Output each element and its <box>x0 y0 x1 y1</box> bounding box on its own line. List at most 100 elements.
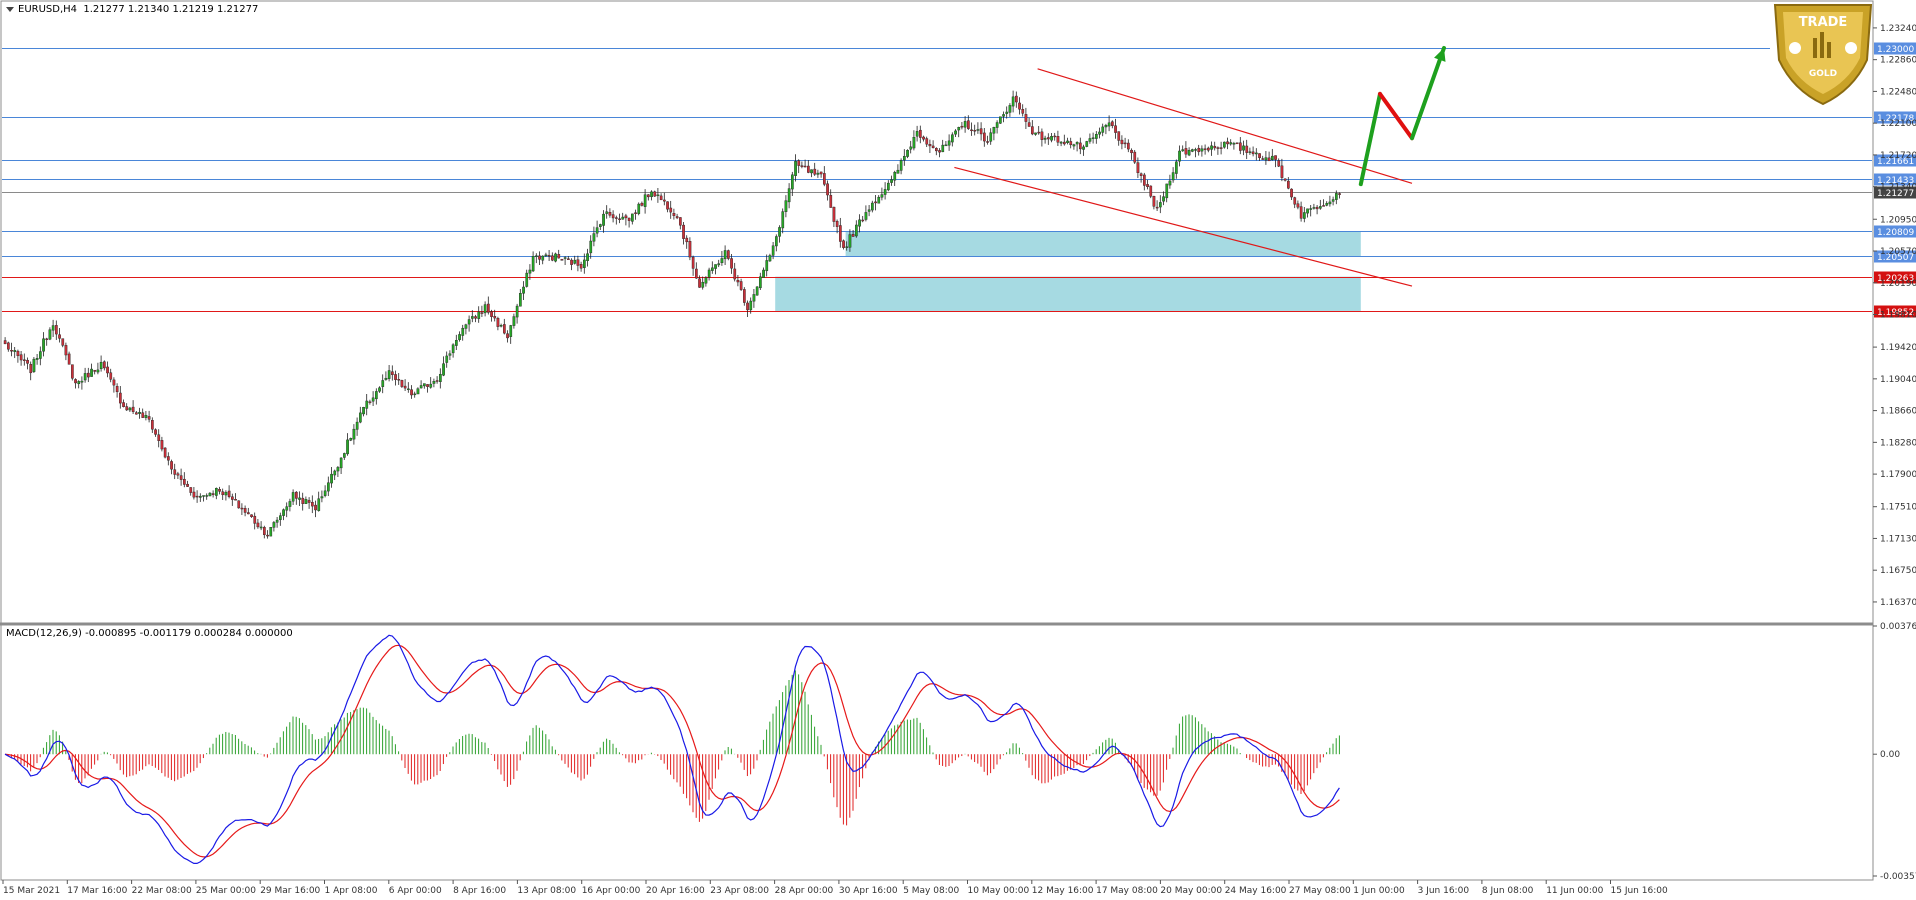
candle-body <box>1270 155 1274 161</box>
candle-body <box>263 527 266 535</box>
candle-body <box>791 174 794 190</box>
candle-body <box>554 253 557 262</box>
candle-body <box>867 209 871 212</box>
candle-body <box>515 305 519 318</box>
candle-body <box>1190 149 1194 152</box>
candle-body <box>1037 131 1041 134</box>
candle-body <box>384 377 388 380</box>
candle-body <box>1050 136 1053 141</box>
candle-body <box>314 504 317 511</box>
time-axis-label: 15 Jun 16:00 <box>1611 886 1668 896</box>
candle-body <box>122 402 125 407</box>
candle-body <box>589 240 593 254</box>
candle-body <box>96 369 100 373</box>
candle-body <box>1296 203 1300 208</box>
candle-body <box>259 526 263 529</box>
channel-line <box>954 166 1413 287</box>
candle-body <box>474 316 477 319</box>
supply-demand-zones <box>775 231 1361 311</box>
candlestick-series <box>3 90 1341 539</box>
time-axis-label: 22 Mar 08:00 <box>132 886 192 896</box>
candle-body <box>605 211 609 214</box>
price-axis-label: 1.19810 <box>1880 311 1916 321</box>
candle-body <box>279 515 282 520</box>
candle-body <box>61 338 65 346</box>
candle-body <box>1168 180 1172 186</box>
candle-body <box>371 397 375 402</box>
candle-body <box>989 132 993 142</box>
candle-body <box>394 374 397 380</box>
candle-body <box>736 279 740 283</box>
candle-body <box>1098 131 1101 135</box>
candle-body <box>1293 197 1297 205</box>
candle-body <box>1187 150 1191 156</box>
price-axis-label: 1.20570 <box>1880 247 1916 257</box>
candle-body <box>413 393 417 396</box>
candle-body <box>410 389 413 396</box>
signal-line <box>4 644 1340 858</box>
candle-body <box>359 412 362 423</box>
candle-body <box>1078 142 1082 150</box>
candle-body <box>1203 148 1207 150</box>
candle-body <box>717 263 721 266</box>
candle-body <box>1264 157 1268 161</box>
candle-body <box>355 421 359 430</box>
candle-body <box>1066 140 1069 144</box>
channel-line <box>1037 68 1413 184</box>
time-axis-label: 13 Apr 08:00 <box>517 886 576 896</box>
candle-body <box>544 254 548 257</box>
candle-body <box>519 293 522 307</box>
time-axis-label: 8 Jun 08:00 <box>1482 886 1534 896</box>
candle-body <box>6 342 10 350</box>
candle-body <box>560 259 564 261</box>
candle-body <box>397 379 401 381</box>
candle-body <box>1130 149 1133 154</box>
macd-axis-label: 0.003762 <box>1880 622 1916 632</box>
candle-body <box>1235 142 1239 145</box>
time-axis-label: 1 Apr 08:00 <box>325 886 378 896</box>
price-level-label: 1.23000 <box>1877 45 1914 55</box>
candle-body <box>74 379 77 384</box>
candle-body <box>243 508 247 513</box>
time-axis-label: 17 Mar 16:00 <box>67 886 127 896</box>
candle-body <box>986 141 989 143</box>
candle-body <box>999 116 1002 124</box>
candle-body <box>1046 137 1050 140</box>
candle-body <box>144 414 148 418</box>
candle-body <box>90 368 93 377</box>
candle-body <box>1222 141 1226 148</box>
candle-body <box>16 350 20 357</box>
candle-body <box>576 259 580 266</box>
candle-body <box>602 213 605 226</box>
candle-body <box>147 416 151 420</box>
candle-body <box>947 140 951 146</box>
candle-body <box>1110 121 1114 126</box>
time-axis-label: 1 Jun 00:00 <box>1353 886 1405 896</box>
candle-body <box>1152 195 1156 207</box>
candle-body <box>1155 206 1159 209</box>
candle-body <box>464 324 468 329</box>
candle-body <box>992 127 996 134</box>
candle-body <box>887 182 890 191</box>
price-axis-label: 1.22480 <box>1880 87 1916 97</box>
candle-body <box>387 370 391 379</box>
candle-body <box>995 122 999 128</box>
candle-body <box>250 514 253 517</box>
candle-body <box>487 303 490 313</box>
candle-body <box>509 325 513 337</box>
price-axis-label: 1.16370 <box>1880 598 1916 608</box>
candle-body <box>896 169 900 174</box>
candle-body <box>749 300 753 311</box>
candle-body <box>150 420 154 430</box>
candle-body <box>631 213 634 222</box>
candle-body <box>711 267 714 271</box>
candle-body <box>192 491 196 498</box>
candle-body <box>787 188 791 203</box>
candle-body <box>1312 207 1316 209</box>
candle-body <box>666 201 669 210</box>
chart-menu-triangle-icon[interactable] <box>6 6 14 12</box>
candle-body <box>317 498 321 511</box>
candle-body <box>282 509 285 516</box>
candle-body <box>765 260 769 272</box>
candle-body <box>922 136 925 140</box>
